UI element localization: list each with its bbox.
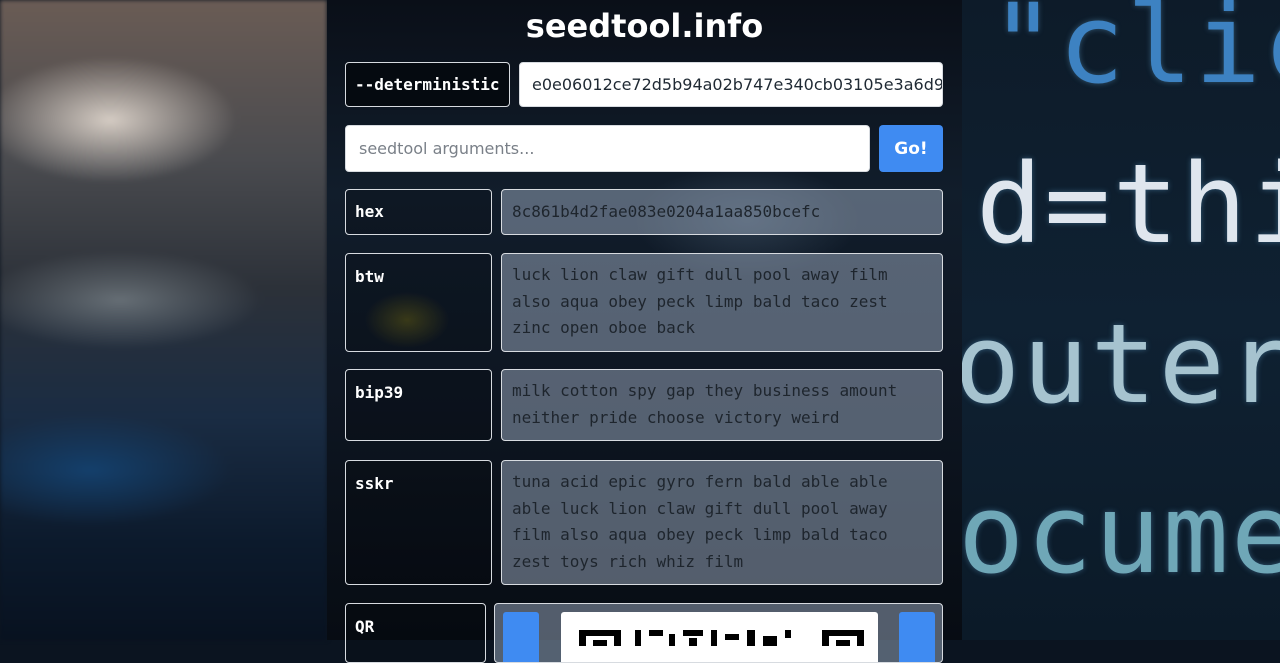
- deterministic-seed-input[interactable]: e0e06012ce72d5b94a02b747e340cb03105e3a6d…: [519, 62, 943, 107]
- bip39-output-line: milk cotton spy gap they business amount: [512, 381, 898, 400]
- bip39-output-line: neither pride choose victory weird: [512, 407, 840, 427]
- background-photo-left: [0, 0, 327, 640]
- sskr-output-line: zest toys rich whiz film: [512, 551, 744, 571]
- qr-label: QR: [345, 603, 486, 663]
- bip39-output[interactable]: milk cotton spy gap they business amount…: [501, 369, 943, 441]
- sskr-output-line: able luck lion claw gift dull pool away: [512, 498, 888, 518]
- qr-panel: [494, 603, 943, 663]
- background-code-line: outer.: [962, 300, 1280, 428]
- qr-code-icon: [579, 630, 864, 646]
- go-button[interactable]: Go!: [879, 125, 943, 172]
- bip39-label: bip39: [345, 369, 492, 441]
- background-code-line: d=this: [976, 140, 1280, 268]
- background-code-line: ocumen: [962, 470, 1280, 598]
- sskr-output-line: tuna acid epic gyro fern bald able able: [512, 472, 888, 491]
- deterministic-label: --deterministic: [345, 62, 510, 107]
- btw-output-line: zinc open oboe back: [512, 318, 696, 337]
- btw-output-line: also aqua obey peck limp bald taco zest: [512, 291, 888, 311]
- sskr-output-line: film also aqua obey peck limp bald taco: [512, 525, 888, 544]
- qr-next-button[interactable]: [899, 612, 935, 662]
- background-code-line: "click: [990, 0, 1280, 108]
- qr-prev-button[interactable]: [503, 612, 539, 662]
- page-title: seedtool.info: [525, 7, 764, 45]
- hex-label: hex: [345, 189, 492, 235]
- seedtool-arguments-input[interactable]: [345, 125, 870, 172]
- btw-output[interactable]: luck lion claw gift dull pool away film …: [501, 253, 943, 352]
- sskr-output[interactable]: tuna acid epic gyro fern bald able able …: [501, 460, 943, 585]
- background-code-photo: "click d=this outer. ocumen: [962, 0, 1280, 640]
- sskr-label: sskr: [345, 460, 492, 585]
- qr-code-image: [561, 612, 878, 662]
- btw-label: btw: [345, 253, 492, 352]
- hex-output[interactable]: 8c861b4d2fae083e0204a1aa850bcefc: [501, 189, 943, 235]
- btw-output-line: luck lion claw gift dull pool away film: [512, 265, 888, 284]
